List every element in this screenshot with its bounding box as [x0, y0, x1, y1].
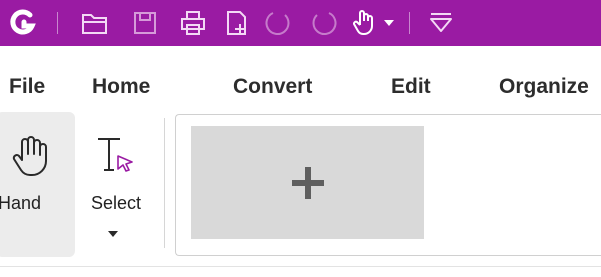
tab-organize[interactable]: Organize — [499, 75, 589, 99]
select-dropdown-arrow-icon[interactable] — [107, 225, 119, 243]
select-label[interactable]: Select — [91, 193, 141, 214]
tab-convert[interactable]: Convert — [233, 75, 312, 99]
ribbon-bottom-border — [0, 266, 601, 267]
tab-edit[interactable]: Edit — [391, 75, 431, 99]
redo-icon[interactable] — [306, 6, 340, 40]
open-folder-icon[interactable] — [78, 6, 112, 40]
customize-qat-icon[interactable] — [424, 6, 458, 40]
toolbar-separator — [57, 12, 58, 34]
new-file-icon[interactable] — [220, 6, 254, 40]
tab-home[interactable]: Home — [92, 75, 150, 99]
hand-mode-icon[interactable] — [348, 6, 382, 40]
select-text-icon — [96, 136, 136, 181]
toolbar-separator — [409, 12, 410, 34]
hand-icon — [10, 134, 50, 183]
app-logo-icon[interactable] — [6, 6, 40, 40]
dropdown-arrow-icon[interactable] — [378, 6, 400, 40]
print-icon[interactable] — [176, 6, 210, 40]
quick-access-toolbar — [0, 0, 601, 46]
tab-file[interactable]: File — [9, 75, 45, 99]
add-tool-button[interactable] — [191, 126, 424, 239]
ribbon-group-separator — [164, 118, 165, 248]
hand-label: Hand — [0, 193, 42, 213]
plus-icon — [291, 166, 324, 199]
save-icon[interactable] — [128, 6, 162, 40]
undo-icon[interactable] — [262, 6, 296, 40]
